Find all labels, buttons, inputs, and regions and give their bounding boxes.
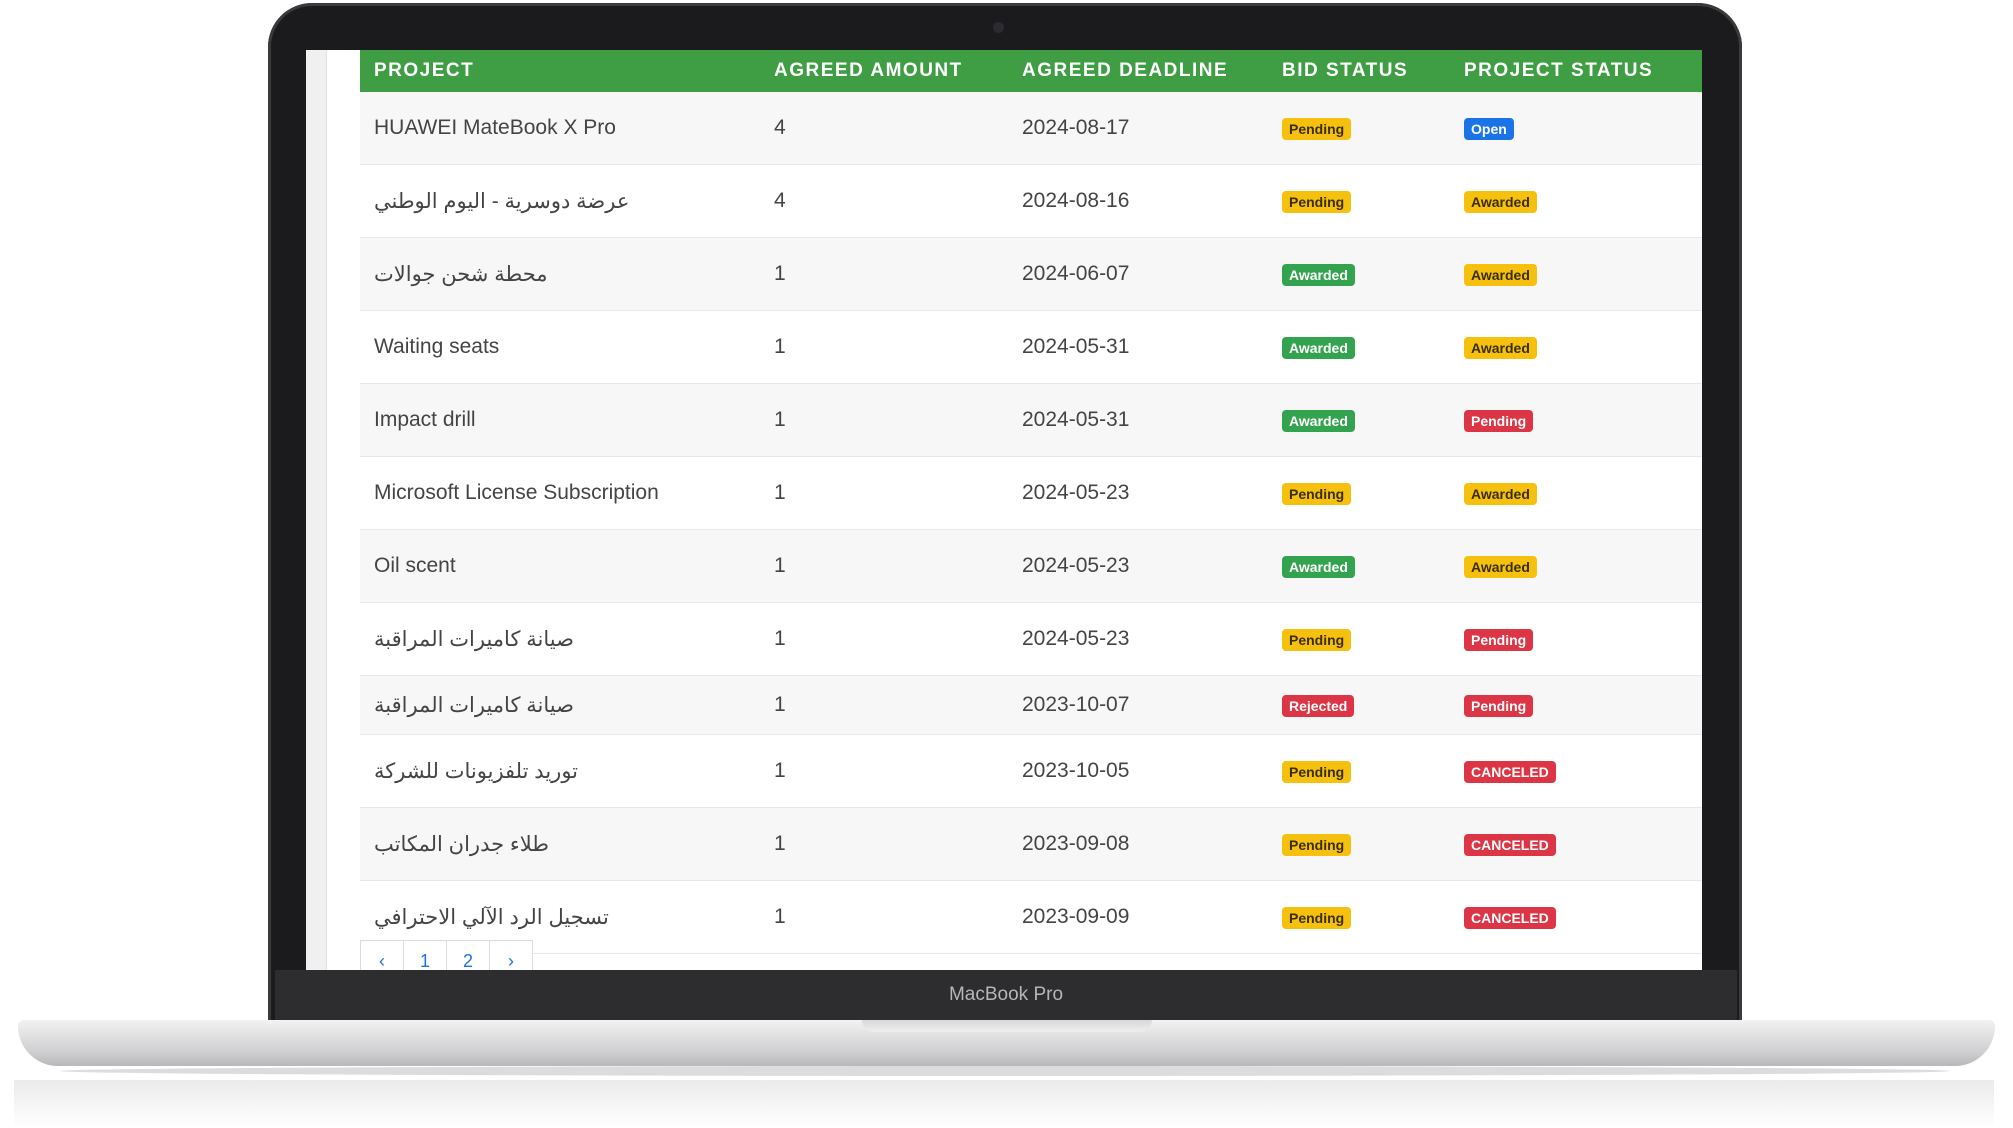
bid-status-badge: Rejected [1282,695,1355,717]
bid-status-badge: Pending [1282,483,1352,505]
cell-deadline: 2024-08-17 [1022,116,1130,139]
cell-amount: 1 [774,905,786,928]
header-project[interactable]: PROJECT [360,60,760,82]
table-row[interactable]: محطة شحن جوالات 1 2024-06-07 Awarded Awa… [360,238,1702,311]
project-status-badge: Open [1464,118,1514,140]
cell-amount: 1 [774,627,786,650]
bid-status-badge: Pending [1282,629,1352,651]
project-status-badge: Awarded [1464,264,1537,286]
header-project-status[interactable]: PROJECT STATUS [1450,60,1702,82]
cell-deadline: 2023-10-05 [1022,759,1130,782]
cell-project: عرضة دوسرية - اليوم الوطني [374,189,630,213]
cell-amount: 1 [774,759,786,782]
cell-project: صيانة كاميرات المراقبة [374,693,574,717]
table-row[interactable]: HUAWEI MateBook X Pro 4 2024-08-17 Pendi… [360,92,1702,165]
bid-status-badge: Awarded [1282,410,1355,432]
project-status-badge: Pending [1464,695,1534,717]
pagination: ‹ 1 2 › [360,940,533,970]
table-row[interactable]: توريد تلفزيونات للشركة 1 2023-10-05 Pend… [360,735,1702,808]
table-row[interactable]: صيانة كاميرات المراقبة 1 2023-10-07 Reje… [360,676,1702,735]
bid-status-badge: Pending [1282,907,1352,929]
bid-status-badge: Pending [1282,118,1352,140]
cell-project: HUAWEI MateBook X Pro [374,116,616,139]
cell-deadline: 2024-06-07 [1022,262,1130,285]
device-brand-label: MacBook Pro [948,984,1064,1005]
project-status-badge: Pending [1464,629,1534,651]
table-row[interactable]: Oil scent 1 2024-05-23 Awarded Awarded [360,530,1702,603]
bid-status-badge: Awarded [1282,264,1355,286]
cell-deadline: 2024-05-23 [1022,627,1130,650]
bid-status-badge: Awarded [1282,337,1355,359]
table-row[interactable]: Waiting seats 1 2024-05-31 Awarded Award… [360,311,1702,384]
cell-project: طلاء جدران المكاتب [374,832,550,856]
table-header: PROJECT AGREED AMOUNT AGREED DEADLINE BI… [360,50,1702,92]
header-agreed-deadline[interactable]: AGREED DEADLINE [1008,60,1268,82]
cell-project: Waiting seats [374,335,500,358]
project-status-badge: Awarded [1464,556,1537,578]
table-row[interactable]: طلاء جدران المكاتب 1 2023-09-08 Pending … [360,808,1702,881]
cell-deadline: 2023-10-07 [1022,693,1130,716]
cell-project: تسجيل الرد الآلي الاحترافي [374,905,609,929]
cell-amount: 4 [774,116,786,139]
cell-amount: 1 [774,408,786,431]
cell-deadline: 2024-05-23 [1022,554,1130,577]
project-status-badge: CANCELED [1464,907,1556,929]
cell-amount: 1 [774,335,786,358]
project-status-badge: CANCELED [1464,761,1556,783]
table-row[interactable]: Impact drill 1 2024-05-31 Awarded Pendin… [360,384,1702,457]
page-1-button[interactable]: 1 [403,940,447,970]
table-row[interactable]: Microsoft License Subscription 1 2024-05… [360,457,1702,530]
cell-deadline: 2023-09-09 [1022,905,1130,928]
cell-project: Oil scent [374,554,456,577]
page-2-button[interactable]: 2 [446,940,490,970]
cell-amount: 1 [774,554,786,577]
project-status-badge: Awarded [1464,191,1537,213]
cell-amount: 1 [774,262,786,285]
table-row[interactable]: صيانة كاميرات المراقبة 1 2024-05-23 Pend… [360,603,1702,676]
table-row[interactable]: تسجيل الرد الآلي الاحترافي 1 2023-09-09 … [360,881,1702,954]
cell-project: توريد تلفزيونات للشركة [374,759,579,783]
bid-status-badge: Awarded [1282,556,1355,578]
cell-project: محطة شحن جوالات [374,262,548,286]
cell-deadline: 2024-08-16 [1022,189,1130,212]
base-shadow [60,1066,1950,1076]
laptop-bezel: MacBook Pro [275,970,1737,1022]
cell-deadline: 2024-05-23 [1022,481,1130,504]
header-agreed-amount[interactable]: AGREED AMOUNT [760,60,1008,82]
laptop-notch [862,1020,1152,1032]
cell-project: Microsoft License Subscription [374,481,659,504]
bid-status-badge: Pending [1282,191,1352,213]
bid-status-badge: Pending [1282,834,1352,856]
cell-deadline: 2024-05-31 [1022,408,1130,431]
cell-amount: 1 [774,832,786,855]
project-status-badge: Pending [1464,410,1534,432]
cell-amount: 1 [774,481,786,504]
cell-project: Impact drill [374,408,476,431]
next-page-button[interactable]: › [489,940,533,970]
laptop-screen: PROJECT AGREED AMOUNT AGREED DEADLINE BI… [306,50,1702,970]
prev-page-button[interactable]: ‹ [360,940,404,970]
project-status-badge: Awarded [1464,337,1537,359]
header-bid-status[interactable]: BID STATUS [1268,60,1450,82]
project-status-badge: CANCELED [1464,834,1556,856]
sidebar-edge [306,50,327,970]
cell-project: صيانة كاميرات المراقبة [374,627,574,651]
cell-deadline: 2023-09-08 [1022,832,1130,855]
base-reflection [14,1080,1994,1128]
projects-table: PROJECT AGREED AMOUNT AGREED DEADLINE BI… [360,50,1702,954]
cell-deadline: 2024-05-31 [1022,335,1130,358]
project-status-badge: Awarded [1464,483,1537,505]
camera-icon [993,22,1004,33]
cell-amount: 1 [774,693,786,716]
table-row[interactable]: عرضة دوسرية - اليوم الوطني 4 2024-08-16 … [360,165,1702,238]
bid-status-badge: Pending [1282,761,1352,783]
cell-amount: 4 [774,189,786,212]
